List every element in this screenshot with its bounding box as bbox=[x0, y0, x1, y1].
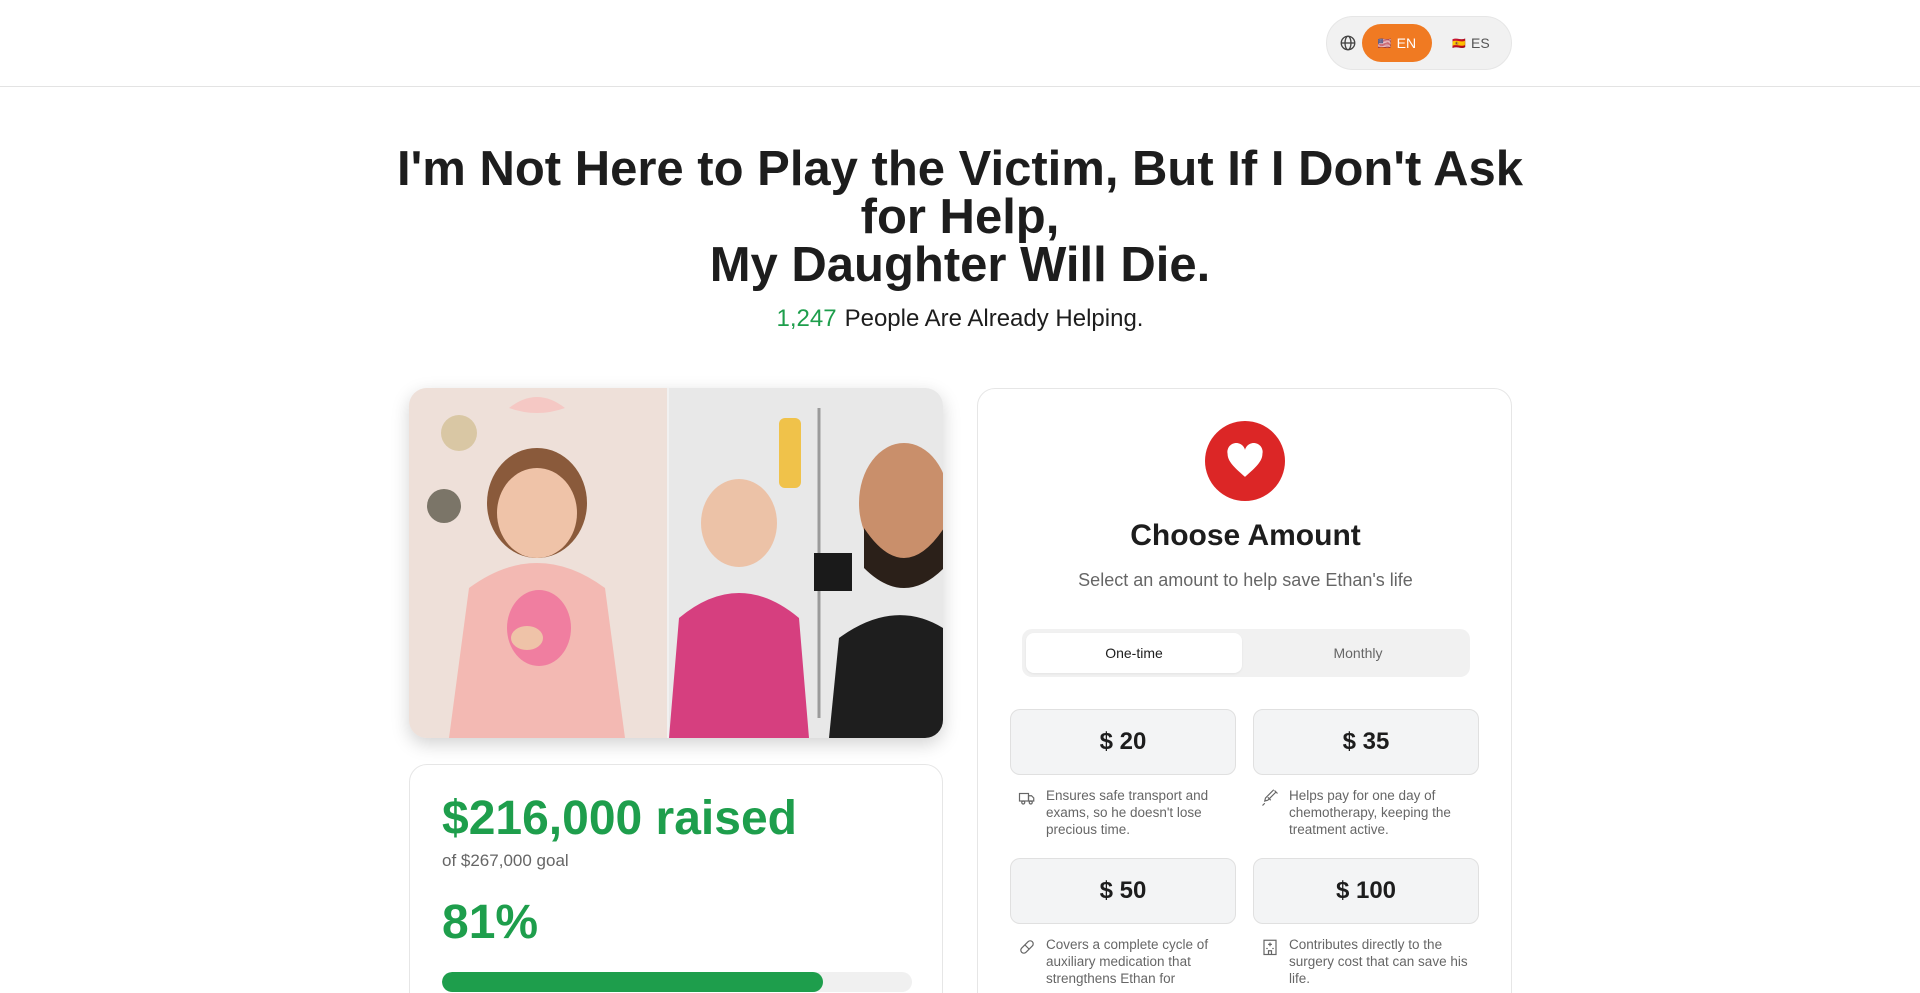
pill-icon bbox=[1020, 940, 1034, 954]
language-es-button[interactable]: 🇪🇸 ES bbox=[1439, 24, 1503, 62]
progress-bar bbox=[442, 972, 912, 992]
fundraising-progress-card: $216,000 raised of $267,000 goal 81% bbox=[409, 764, 943, 993]
campaign-photo bbox=[409, 388, 943, 738]
language-en-button[interactable]: 🇺🇸 EN bbox=[1362, 24, 1432, 62]
donation-card: Choose Amount Select an amount to help s… bbox=[977, 388, 1512, 993]
amount-50-description: Covers a complete cycle of auxiliary med… bbox=[1010, 936, 1236, 992]
hospital-icon bbox=[1263, 939, 1277, 956]
amount-35-description: Helps pay for one day of chemotherapy, k… bbox=[1253, 787, 1479, 843]
language-switcher: 🇺🇸 EN 🇪🇸 ES bbox=[1326, 16, 1512, 70]
amount-100-description-text: Contributes directly to the surgery cost… bbox=[1289, 937, 1468, 986]
amount-raised: $216,000 raised bbox=[442, 792, 797, 845]
language-en-label: EN bbox=[1396, 35, 1417, 51]
helpers-line: 1,247 People Are Already Helping. bbox=[360, 305, 1560, 333]
choose-amount-subtitle: Select an amount to help save Ethan's li… bbox=[1078, 570, 1413, 590]
one-time-tab[interactable]: One-time bbox=[1026, 633, 1242, 673]
headline-line-1: I'm Not Here to Play the Victim, But If … bbox=[397, 142, 1523, 196]
amount-20-description-text: Ensures safe transport and exams, so he … bbox=[1046, 788, 1209, 837]
headline-line-2: for Help, bbox=[860, 190, 1060, 244]
headline-line-3: My Daughter Will Die. bbox=[709, 238, 1211, 292]
amount-100-button[interactable]: $ 100 bbox=[1253, 858, 1479, 924]
es-flag-icon: 🇪🇸 bbox=[1452, 37, 1466, 50]
language-es-label: ES bbox=[1471, 35, 1490, 51]
heart-badge bbox=[1205, 421, 1285, 501]
monthly-tab[interactable]: Monthly bbox=[1250, 633, 1466, 673]
globe-icon bbox=[1340, 35, 1356, 51]
amount-50-description-text: Covers a complete cycle of auxiliary med… bbox=[1046, 937, 1209, 986]
page-headline: I'm Not Here to Play the Victim, But If … bbox=[360, 142, 1560, 292]
helpers-text: People Are Already Helping. bbox=[844, 305, 1144, 332]
amount-20-button[interactable]: $ 20 bbox=[1010, 709, 1236, 775]
amount-50-button[interactable]: $ 50 bbox=[1010, 858, 1236, 924]
frequency-toggle: One-time Monthly bbox=[1022, 629, 1470, 677]
amount-35-description-text: Helps pay for one day of chemotherapy, k… bbox=[1289, 788, 1451, 837]
top-header: 🇺🇸 EN 🇪🇸 ES bbox=[0, 0, 1920, 87]
us-flag-icon: 🇺🇸 bbox=[1377, 37, 1392, 50]
amount-20-description: Ensures safe transport and exams, so he … bbox=[1010, 787, 1236, 843]
syringe-icon bbox=[1262, 789, 1278, 806]
progress-bar-fill bbox=[442, 972, 823, 992]
goal-amount: of $267,000 goal bbox=[442, 851, 569, 870]
heart-icon bbox=[1227, 443, 1263, 477]
amount-100-description: Contributes directly to the surgery cost… bbox=[1253, 936, 1479, 992]
helpers-count: 1,247 bbox=[776, 305, 837, 332]
choose-amount-title: Choose Amount bbox=[1130, 519, 1361, 552]
percent-funded: 81% bbox=[442, 896, 539, 949]
truck-icon bbox=[1018, 792, 1035, 805]
amount-35-button[interactable]: $ 35 bbox=[1253, 709, 1479, 775]
